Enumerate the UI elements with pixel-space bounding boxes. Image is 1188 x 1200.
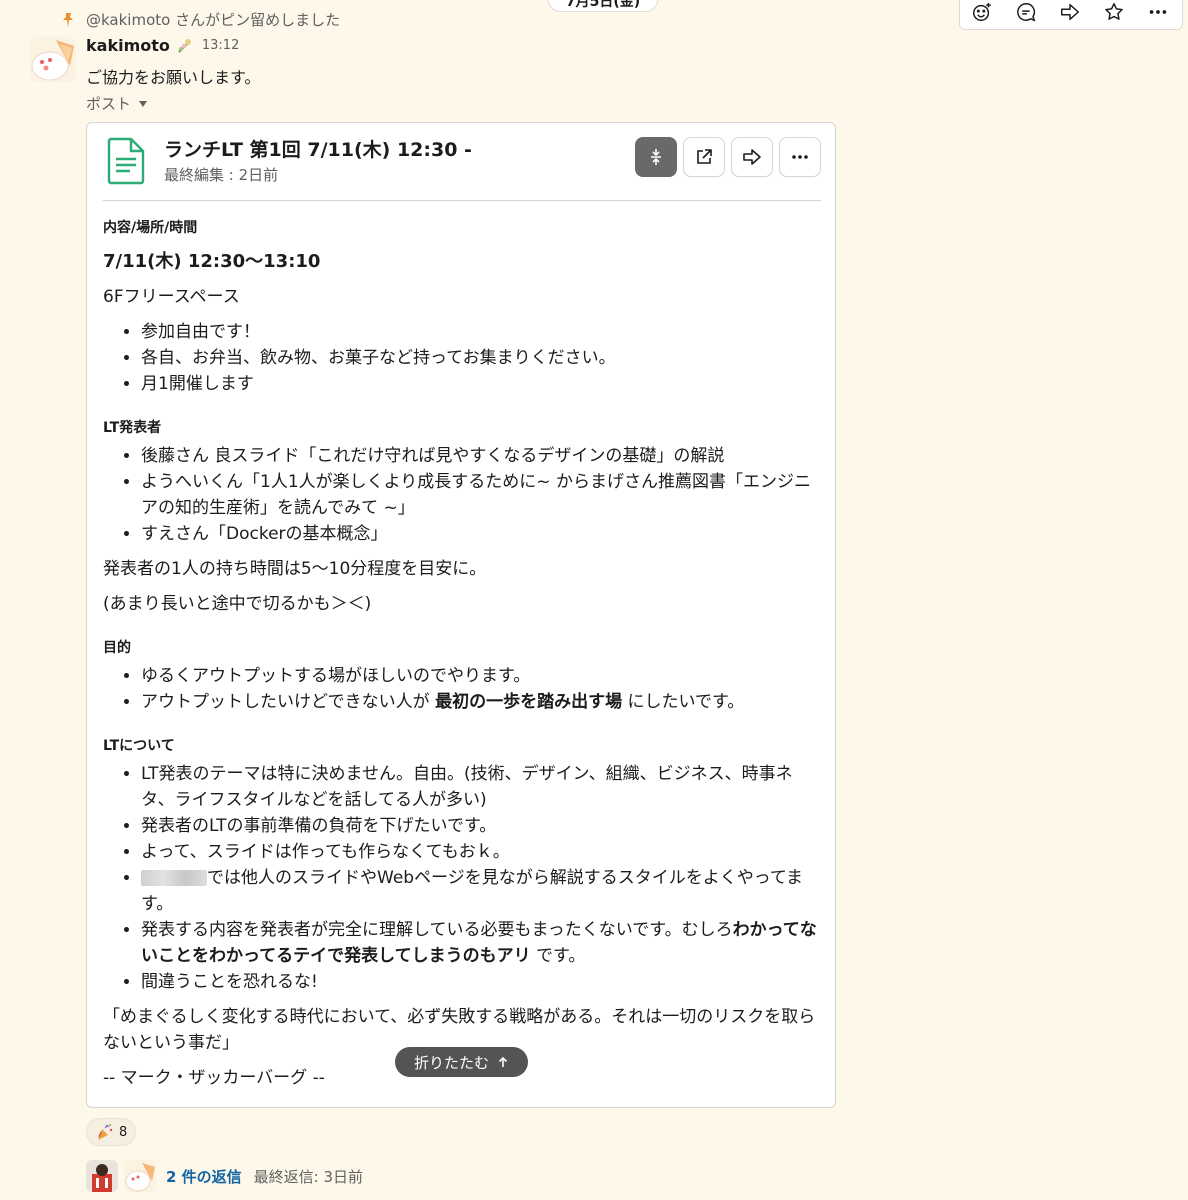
purpose-list: ゆるくアウトプットする場がほしいのでやります。 アウトプットしたいけどできない人… [103, 663, 823, 715]
message-time[interactable]: 13:12 [202, 38, 239, 53]
redacted-text [141, 870, 207, 886]
event-datetime: 7/11(木) 12:30〜13:10 [103, 251, 321, 272]
list-item: では他人のスライドやWebページを見ながら解説するスタイルをよくやってます。 [141, 865, 823, 917]
text-fragment: では他人のスライドやWebページを見ながら解説するスタイルをよくやってます。 [141, 868, 804, 914]
party-popper-icon [98, 1124, 113, 1140]
list-item: 後藤さん 良スライド「これだけ守れば見やすくなるデザインの基礎」の解説 [141, 443, 823, 469]
pin-icon [63, 12, 73, 27]
about-lt-list: LT発表のテーマは特に決めません。自由。(技術、デザイン、組織、ビジネス、時事ネ… [103, 761, 823, 995]
section-heading: 目的 [103, 640, 131, 656]
post-more-button[interactable] [779, 137, 821, 177]
post-card-buttons [635, 137, 821, 177]
post-card: ランチLT 第1回 7/11(木) 12:30 - 最終編集 : 2日前 内容/… [86, 122, 836, 1108]
forward-icon [743, 149, 761, 165]
date-divider-pill[interactable]: 7月5日(金) [548, 0, 658, 12]
list-item: 発表する内容を発表者が完全に理解している必要もまったくないです。むしろわかってな… [141, 917, 823, 969]
list-item: 各自、お弁当、飲み物、お菓子など持ってお集まりください。 [141, 345, 823, 371]
collapse-label: 折りたたむ [413, 1053, 489, 1072]
pin-notice: @kakimoto さんがピン留めしました [60, 9, 340, 30]
time-note: 発表者の1人の持ち時間は5〜10分程度を目安に。 [103, 559, 487, 579]
message-actions-toolbar [959, 0, 1183, 30]
avatar[interactable] [30, 36, 76, 82]
list-item: 発表者のLTの事前準備の負荷を下げたいです。 [141, 813, 823, 839]
text-fragment: アウトプットしたいけどできない人が [141, 692, 436, 712]
reply-avatar [86, 1160, 118, 1192]
text-fragment: にしたいです。 [622, 692, 745, 712]
event-place: 6Fフリースペース [103, 287, 240, 307]
speakers-list: 後藤さん 良スライド「これだけ守れば見やすくなるデザインの基礎」の解説 ようへい… [103, 443, 823, 547]
post-last-edited: 最終編集 : 2日前 [164, 166, 279, 184]
reaction-count: 8 [119, 1124, 128, 1140]
list-item: ようへいくん「1人1人が楽しくより成長するために~ からまげさん推薦図書「エンジ… [141, 469, 823, 521]
message-header: kakimoto 13:12 [86, 36, 239, 55]
last-reply-time: 最終返信: 3日前 [253, 1167, 364, 1186]
text-fragment: です。 [530, 946, 586, 966]
section-heading: LTについて [103, 738, 175, 754]
info-list: 参加自由です！ 各自、お弁当、飲み物、お菓子など持ってお集まりください。 月1開… [103, 319, 823, 397]
caret-down-icon [139, 100, 148, 107]
post-title[interactable]: ランチLT 第1回 7/11(木) 12:30 - [164, 135, 472, 162]
list-item: よって、スライドは作っても作らなくてもおｋ。 [141, 839, 823, 865]
list-item: 間違うことを恐れるな! [141, 969, 823, 995]
forward-icon[interactable] [1048, 0, 1092, 30]
status-emoji-icon [178, 38, 191, 53]
arrow-up-icon [498, 1056, 508, 1067]
text-fragment: 発表する内容を発表者が完全に理解している必要もまったくないです。むしろ [141, 920, 733, 940]
post-body: 内容/場所/時間 7/11(木) 12:30〜13:10 6Fフリースペース 参… [103, 215, 823, 1091]
external-link-icon [697, 149, 712, 164]
share-post-button[interactable] [731, 137, 773, 177]
reply-in-thread-icon[interactable] [1004, 0, 1048, 30]
collapse-post-button[interactable] [635, 137, 677, 177]
thread-summary[interactable]: 2 件の返信 最終返信: 3日前 [86, 1160, 363, 1192]
more-actions-icon[interactable] [1136, 0, 1180, 30]
reply-avatar [124, 1160, 156, 1192]
collapse-icon [651, 149, 661, 165]
list-item: すえさん「Dockerの基本概念」 [141, 521, 823, 547]
more-icon [792, 155, 808, 159]
divider [103, 200, 821, 201]
save-star-icon[interactable] [1092, 0, 1136, 30]
reaction-pill[interactable]: 8 [86, 1118, 137, 1146]
section-heading: LT発表者 [103, 420, 162, 436]
section-heading: 内容/場所/時間 [103, 220, 198, 236]
open-in-new-window-button[interactable] [683, 137, 725, 177]
reply-count-link[interactable]: 2 件の返信 [166, 1166, 242, 1187]
list-item: ゆるくアウトプットする場がほしいのでやります。 [141, 663, 823, 689]
list-item: LT発表のテーマは特に決めません。自由。(技術、デザイン、組織、ビジネス、時事ネ… [141, 761, 823, 813]
post-toggle[interactable]: ポスト [86, 93, 148, 114]
add-reaction-icon[interactable] [960, 0, 1004, 30]
time-note-2: (あまり長いと途中で切るかも＞＜) [103, 594, 372, 614]
list-item: アウトプットしたいけどできない人が 最初の一歩を踏み出す場 にしたいです。 [141, 689, 823, 715]
collapse-button[interactable]: 折りたたむ [395, 1047, 528, 1077]
pin-notice-text: @kakimoto さんがピン留めしました [86, 11, 341, 29]
post-label: ポスト [86, 95, 132, 113]
author-name[interactable]: kakimoto [86, 36, 170, 55]
list-item: 月1開催します [141, 371, 823, 397]
document-icon [107, 137, 145, 185]
bold-text: 最初の一歩を踏み出す場 [435, 692, 623, 712]
message-text: ご協力をお願いします。 [86, 68, 261, 87]
list-item: 参加自由です！ [141, 319, 823, 345]
